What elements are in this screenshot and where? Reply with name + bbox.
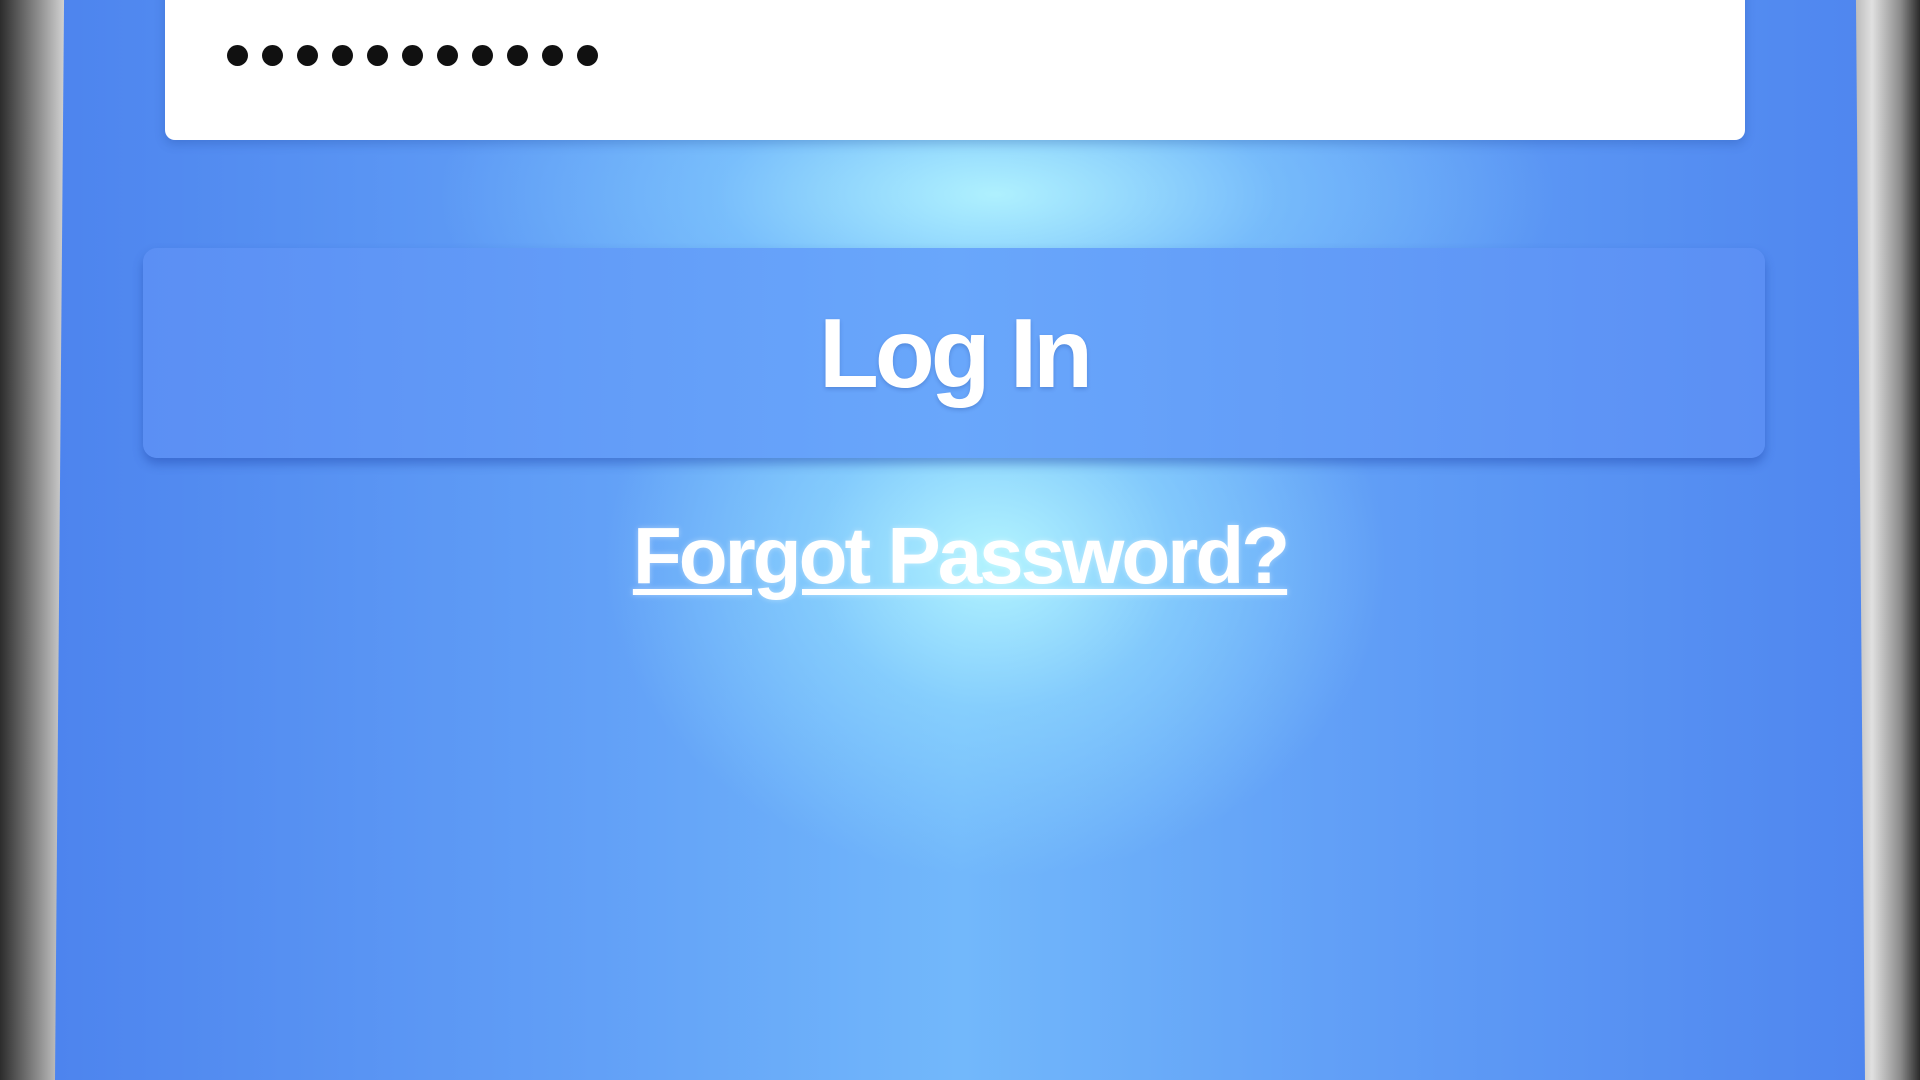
- password-field[interactable]: [165, 0, 1745, 140]
- password-mask-dot: [227, 45, 248, 66]
- password-mask-dot: [367, 45, 388, 66]
- password-mask-dot: [472, 45, 493, 66]
- password-mask-dot: [332, 45, 353, 66]
- password-mask-dot: [437, 45, 458, 66]
- password-mask-dot: [577, 45, 598, 66]
- password-mask-dot: [507, 45, 528, 66]
- password-mask-dot: [402, 45, 423, 66]
- password-mask-dot: [297, 45, 318, 66]
- log-in-button[interactable]: Log In: [143, 248, 1765, 458]
- password-masked-value: [227, 45, 598, 66]
- device-frame: Log In Forgot Password?: [0, 0, 1920, 1080]
- login-screen: Log In Forgot Password?: [55, 0, 1865, 1080]
- forgot-password-link[interactable]: Forgot Password?: [55, 510, 1865, 602]
- password-mask-dot: [262, 45, 283, 66]
- log-in-button-label: Log In: [819, 297, 1093, 408]
- password-mask-dot: [542, 45, 563, 66]
